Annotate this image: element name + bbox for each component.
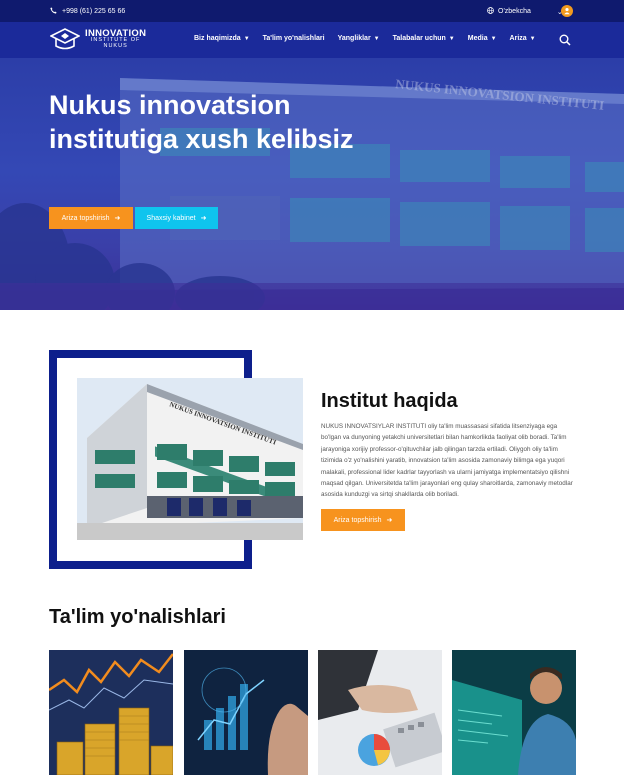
institute-building-photo: NUKUS INNOVATSION INSTITUTI — [77, 378, 303, 540]
nav-item-news[interactable]: Yangliklar ▼ — [338, 35, 380, 42]
user-icon[interactable] — [561, 5, 573, 17]
search-icon[interactable] — [559, 34, 571, 46]
globe-icon — [487, 7, 494, 16]
nav-item-label: Yangliklar — [337, 35, 371, 42]
programmer-screen-image — [452, 650, 576, 775]
nav-item-programs[interactable]: Ta'lim yo'nalishlari — [263, 35, 325, 42]
arrow-right-icon: ➜ — [114, 215, 121, 222]
nav-item-media[interactable]: Media ▼ — [468, 35, 497, 42]
personal-cabinet-label: Shaxsiy kabinet — [146, 214, 196, 222]
hero-banner: NUKUS INNOVATSION INSTITUTI Nukus innova… — [0, 58, 624, 310]
phone-number: +998 (61) 225 65 66 — [62, 8, 126, 15]
apply-button-label: Ariza topshirish — [61, 214, 110, 222]
chevron-down-icon: ▼ — [529, 35, 536, 42]
program-card-it[interactable] — [452, 650, 576, 775]
program-card-accounting[interactable] — [318, 650, 442, 775]
finance-coins-image — [49, 650, 173, 775]
nav-item-students[interactable]: Talabalar uchun ▼ — [393, 35, 455, 42]
language-label: O'zbekcha — [498, 8, 531, 15]
about-description: NUKUS INNOVATSIYLAR INSTITUTI oliy ta'li… — [321, 423, 573, 499]
calculator-charts-image — [318, 650, 442, 775]
nav-item-about[interactable]: Biz haqimizda ▼ — [194, 35, 250, 42]
logo-line-3: NUKUS — [103, 42, 128, 49]
nav-item-application[interactable]: Ariza ▼ — [510, 35, 536, 42]
arrow-right-icon: ➜ — [200, 215, 207, 222]
top-bar: +998 (61) 225 65 66 O'zbekcha ⌄ — [0, 0, 624, 22]
logo-mark-icon — [50, 28, 80, 50]
site-logo[interactable]: INNOVATION INSTITUTE OF NUKUS — [50, 27, 146, 51]
nav-menu: Biz haqimizda ▼ Ta'lim yo'nalishlari Yang… — [194, 35, 536, 42]
digital-business-image — [184, 650, 308, 775]
program-card-finance[interactable] — [49, 650, 173, 775]
programs-title: Ta'lim yo'nalishlari — [49, 606, 226, 628]
chevron-down-icon: ▼ — [373, 35, 380, 42]
arrow-right-icon: ➜ — [386, 517, 393, 524]
personal-cabinet-button[interactable]: Shaxsiy kabinet ➜ — [135, 207, 218, 229]
nav-item-label: Biz haqimizda — [194, 35, 241, 42]
about-apply-button[interactable]: Ariza topshirish ➜ — [321, 509, 405, 531]
chevron-down-icon: ▼ — [490, 35, 497, 42]
about-title: Institut haqida — [321, 390, 458, 412]
program-card-digital[interactable] — [184, 650, 308, 775]
chevron-down-icon: ▼ — [448, 35, 455, 42]
about-apply-label: Ariza topshirish — [333, 516, 382, 524]
main-navigation: INNOVATION INSTITUTE OF NUKUS Biz haqimi… — [0, 22, 624, 58]
nav-item-label: Talabalar uchun — [392, 35, 446, 42]
nav-item-label: Ariza — [509, 35, 527, 42]
language-selector[interactable]: O'zbekcha ⌄ — [487, 7, 563, 16]
apply-button[interactable]: Ariza topshirish ➜ — [49, 207, 133, 229]
hero-title: Nukus innovatsion institutiga xush kelib… — [49, 90, 354, 154]
nav-item-label: Media — [467, 35, 488, 42]
phone-contact[interactable]: +998 (61) 225 65 66 — [50, 7, 125, 16]
nav-item-label: Ta'lim yo'nalishlari — [262, 35, 325, 42]
chevron-down-icon: ▼ — [243, 35, 250, 42]
phone-icon — [50, 7, 57, 16]
